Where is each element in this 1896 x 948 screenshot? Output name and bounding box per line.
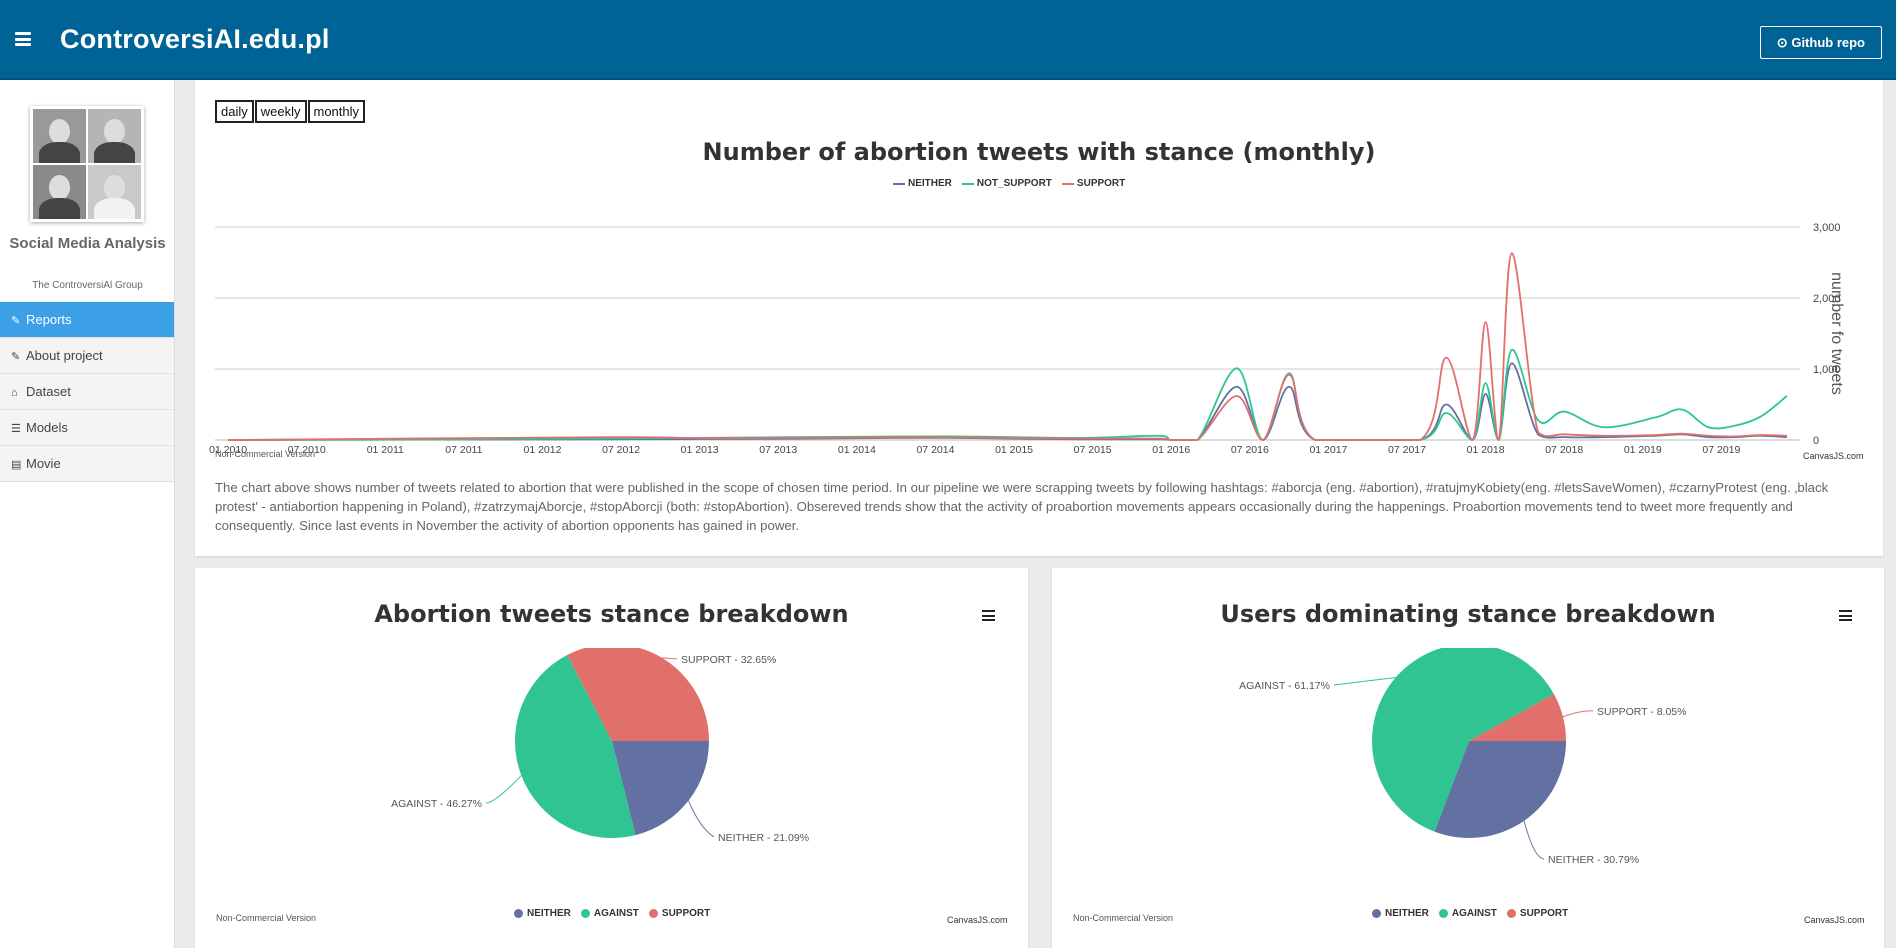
pie-label-line [485, 775, 522, 804]
chart-menu-icon[interactable] [1839, 610, 1852, 621]
github-repo-button[interactable]: ⊙ Github repo [1759, 26, 1882, 59]
chart-credit-link[interactable]: CanvasJS.com [947, 915, 1008, 925]
sidebar-title: Social Media Analysis [9, 235, 166, 252]
series-line-not_support [228, 348, 1788, 441]
sidebar-item-label: Dataset [26, 384, 71, 399]
sidebar-item-reports[interactable]: ✎ Reports [0, 302, 174, 338]
chart-watermark: Non-Commercial Version [1073, 913, 1174, 923]
team-member-photo [88, 109, 141, 163]
legend-item-support[interactable]: SUPPORT [648, 908, 710, 919]
pie-data-label: AGAINST - 46.27% [391, 798, 482, 810]
x-tick-label: 01 2017 [1309, 444, 1347, 456]
x-tick-label: 01 2016 [1152, 444, 1190, 456]
line-chart-title: Number of abortion tweets with stance (m… [702, 138, 1376, 166]
sidebar-item-label: About project [26, 348, 103, 363]
x-tick-label: 07 2019 [1702, 444, 1740, 456]
chart-description: The chart above shows number of tweets r… [215, 480, 1829, 533]
sidebar-item-dataset[interactable]: ⌂ Dataset [0, 374, 174, 410]
line-chart-card: daily weekly monthly Number of abortion … [195, 80, 1883, 556]
range-selector: daily weekly monthly [215, 100, 366, 123]
chart-credit-link[interactable]: CanvasJS.com [1804, 915, 1865, 925]
sidebar-subtitle: The ControversiAl Group [32, 280, 143, 291]
chart-watermark: Non-Commercial Version [216, 913, 317, 923]
x-tick-label: 07 2012 [602, 444, 640, 456]
chart-menu-icon[interactable] [982, 610, 995, 621]
pie-chart-legend: NEITHER AGAINST SUPPORT [1372, 908, 1578, 919]
x-tick-label: 01 2012 [523, 444, 561, 456]
x-tick-label: 01 2014 [838, 444, 876, 456]
file-icon: ▤ [11, 459, 22, 471]
y-tick-label: 3,000 [1813, 222, 1841, 234]
team-member-photo [33, 165, 86, 219]
x-tick-label: 07 2014 [916, 444, 954, 456]
users-stance-pie-card: Users dominating stance breakdown NEITHE… [1052, 568, 1884, 948]
legend-item-neither[interactable]: NEITHER [514, 908, 571, 919]
x-tick-label: 01 2011 [367, 444, 404, 456]
team-member-photo [88, 165, 141, 219]
sidebar-item-movie[interactable]: ▤ Movie [0, 446, 174, 482]
app-title[interactable]: ControversiAI.edu.pl [60, 24, 330, 55]
pie-label-line [688, 800, 715, 838]
pie-data-label: AGAINST - 61.17% [1239, 680, 1330, 692]
x-tick-label: 07 2015 [1074, 444, 1112, 456]
github-icon: ⊙ [1776, 35, 1788, 50]
sidebar-item-label: Reports [26, 312, 72, 327]
x-tick-label: 07 2018 [1545, 444, 1583, 456]
series-line-support [228, 252, 1787, 441]
pie-data-label: NEITHER - 21.09% [718, 832, 809, 844]
bars-icon: ☰ [11, 423, 21, 435]
chart-watermark: Non-Commercial Version [215, 449, 316, 459]
legend-item-against[interactable]: AGAINST [580, 908, 639, 919]
x-tick-label: 01 2015 [995, 444, 1033, 456]
top-navbar: ControversiAI.edu.pl ⊙ Github repo [0, 0, 1896, 80]
monthly-button[interactable]: monthly [307, 100, 366, 123]
team-photo [30, 106, 144, 222]
pie-label-line [662, 657, 678, 660]
edit-icon: ✎ [11, 315, 21, 327]
github-repo-label: Github repo [1791, 35, 1865, 50]
pie-chart: NEITHER - 30.79% AGAINST - 61.17% SUPPORT … [1239, 648, 1686, 866]
team-member-photo [33, 109, 86, 163]
x-tick-label: 01 2013 [681, 444, 719, 456]
sidebar: Social Media Analysis The ControversiAl … [0, 80, 175, 948]
legend-item-support[interactable]: SUPPORT [1506, 908, 1568, 919]
legend-item-against[interactable]: AGAINST [1438, 908, 1497, 919]
sidebar-item-models[interactable]: ☰ Models [0, 410, 174, 446]
y-tick-label: 0 [1813, 435, 1819, 447]
sidebar-menu: ✎ Reports ✎ About project ⌂ Dataset ☰ Models… [0, 302, 174, 482]
tweets-stance-pie-card: Abortion tweets stance breakdown NEITHER… [195, 568, 1028, 948]
pie-chart: NEITHER - 21.09% AGAINST - 46.27% SUPPORT … [391, 648, 809, 844]
x-tick-label: 07 2013 [759, 444, 797, 456]
sidebar-item-label: Movie [26, 456, 61, 471]
x-tick-label: 01 2019 [1624, 444, 1662, 456]
menu-toggle-icon[interactable] [15, 32, 31, 46]
chart-credit-link[interactable]: CanvasJS.com [1803, 451, 1864, 461]
x-tick-label: 01 2018 [1467, 444, 1505, 456]
sidebar-item-about-project[interactable]: ✎ About project [0, 338, 174, 374]
pie-data-label: SUPPORT - 8.05% [1597, 706, 1686, 718]
pie-data-label: SUPPORT - 32.65% [681, 654, 776, 666]
daily-button[interactable]: daily [215, 100, 254, 123]
series-line-neither [228, 362, 1787, 441]
pie-chart-title: Users dominating stance breakdown [1220, 600, 1716, 628]
pie-data-label: NEITHER - 30.79% [1548, 854, 1639, 866]
line-chart: 01,0002,0003,000number fo tweets01 2010 0… [209, 222, 1845, 456]
edit-icon: ✎ [11, 351, 21, 363]
x-tick-label: 07 2016 [1231, 444, 1269, 456]
home-icon: ⌂ [11, 387, 18, 399]
x-tick-label: 07 2011 [445, 444, 482, 456]
pie-chart-legend: NEITHER AGAINST SUPPORT [514, 908, 720, 919]
legend-item-neither[interactable]: NEITHER [1372, 908, 1429, 919]
x-tick-label: 07 2017 [1388, 444, 1426, 456]
sidebar-item-label: Models [26, 420, 68, 435]
pie-label-line [1523, 820, 1545, 860]
pie-label-line [1562, 710, 1594, 718]
weekly-button[interactable]: weekly [254, 100, 307, 123]
pie-chart-title: Abortion tweets stance breakdown [374, 600, 849, 628]
y-axis-title: number fo tweets [1828, 272, 1845, 395]
pie-label-line [1333, 676, 1396, 686]
